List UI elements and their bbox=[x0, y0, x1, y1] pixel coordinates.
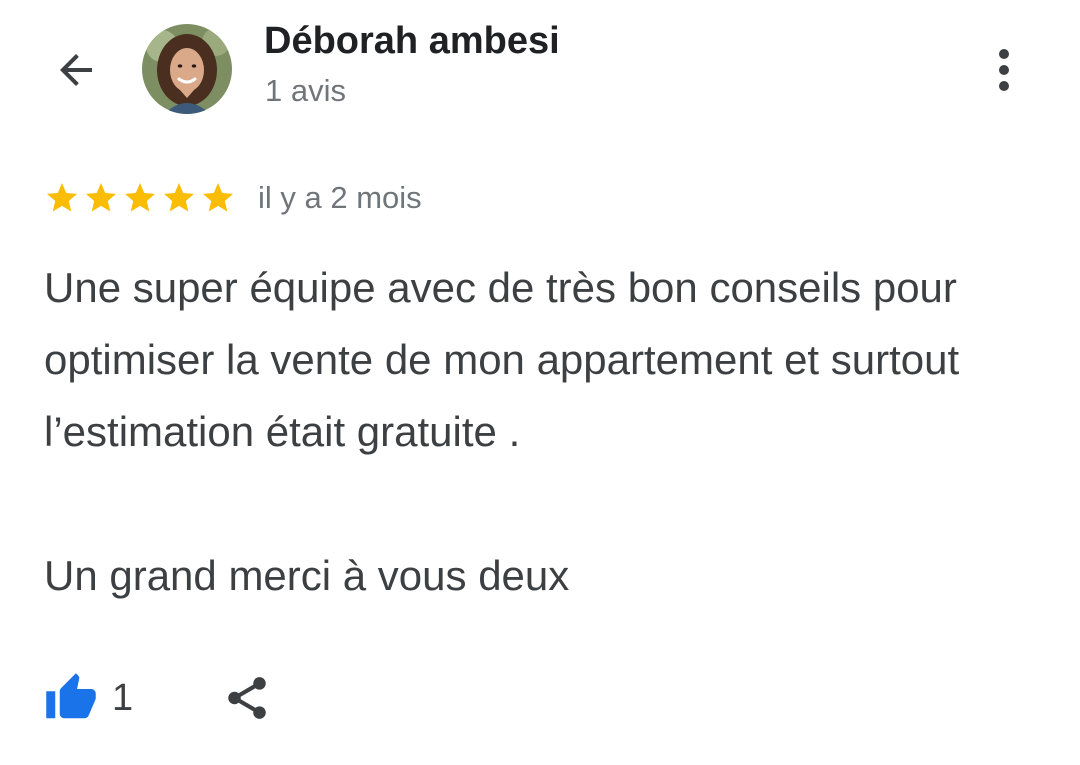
star-icon bbox=[86, 183, 116, 212]
share-button[interactable] bbox=[219, 670, 275, 726]
review-paragraph: Une super équipe avec de très bon consei… bbox=[44, 264, 960, 455]
review-paragraph: Un grand merci à vous deux bbox=[44, 552, 570, 599]
thumb-up-icon bbox=[46, 673, 96, 719]
share-icon bbox=[228, 677, 266, 719]
star-icon bbox=[47, 183, 77, 212]
review-date: il y a 2 mois bbox=[258, 180, 422, 215]
star-icon bbox=[125, 183, 155, 212]
avatar-image bbox=[142, 24, 232, 114]
star-rating bbox=[44, 180, 236, 216]
like-count: 1 bbox=[112, 676, 134, 719]
avatar[interactable] bbox=[142, 24, 232, 114]
star-icon bbox=[164, 183, 194, 212]
back-button[interactable] bbox=[44, 38, 108, 102]
review-text: Une super équipe avec de très bon consei… bbox=[44, 252, 1044, 612]
star-icon bbox=[203, 183, 233, 212]
more-vert-icon bbox=[999, 49, 1009, 91]
review-actions: 1 bbox=[44, 668, 275, 728]
more-options-button[interactable] bbox=[980, 40, 1028, 100]
review-header: Déborah ambesi 1 avis bbox=[0, 0, 1080, 140]
like-button[interactable]: 1 bbox=[44, 671, 133, 725]
author-name[interactable]: Déborah ambesi bbox=[264, 20, 560, 63]
arrow-back-icon bbox=[60, 54, 92, 86]
author-review-count: 1 avis bbox=[265, 73, 346, 108]
rating-row: il y a 2 mois bbox=[44, 176, 422, 220]
